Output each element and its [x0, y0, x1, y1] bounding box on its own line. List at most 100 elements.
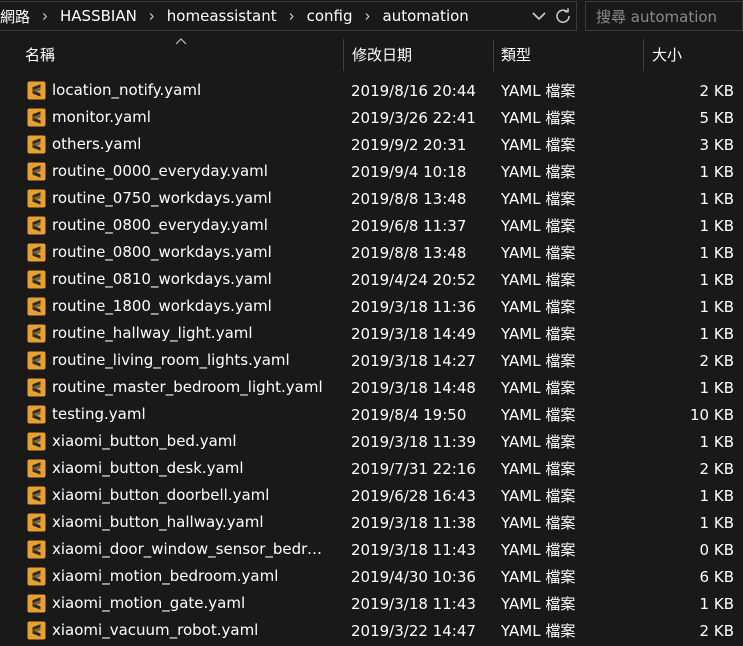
file-name[interactable]: xiaomi_vacuum_robot.yaml	[52, 617, 327, 644]
file-name[interactable]: routine_0000_everyday.yaml	[52, 158, 327, 185]
file-modified-date: 2019/3/18 11:43	[351, 594, 476, 613]
file-icon-cell	[27, 104, 47, 131]
file-name[interactable]: testing.yaml	[52, 401, 327, 428]
file-name[interactable]: routine_master_bedroom_light.yaml	[52, 374, 327, 401]
file-name[interactable]: xiaomi_button_hallway.yaml	[52, 509, 327, 536]
file-type: YAML 檔案	[501, 109, 576, 127]
file-name[interactable]: routine_0800_everyday.yaml	[52, 212, 327, 239]
file-modified-date: 2019/3/18 11:36	[351, 297, 476, 316]
sublime-text-file-icon	[27, 567, 46, 586]
file-type: YAML 檔案	[501, 379, 576, 397]
file-type: YAML 檔案	[501, 460, 576, 478]
file-name[interactable]: routine_1800_workdays.yaml	[52, 293, 327, 320]
chevron-right-icon[interactable]: ›	[34, 6, 56, 26]
breadcrumb-item-network[interactable]: 網路	[0, 6, 34, 27]
file-row[interactable]: xiaomi_button_doorbell.yaml 2019/6/28 16…	[0, 482, 743, 509]
chevron-down-icon[interactable]	[530, 7, 548, 25]
file-type: YAML 檔案	[501, 325, 576, 343]
file-name[interactable]: routine_0750_workdays.yaml	[52, 185, 327, 212]
file-icon-cell	[27, 347, 47, 374]
search-placeholder: 搜尋 automation	[596, 7, 718, 26]
file-type: YAML 檔案	[501, 595, 576, 613]
file-modified-date: 2019/9/2 20:31	[351, 135, 467, 154]
file-row[interactable]: xiaomi_button_hallway.yaml 2019/3/18 11:…	[0, 509, 743, 536]
chevron-right-icon[interactable]: ›	[281, 6, 303, 26]
file-name[interactable]: xiaomi_motion_gate.yaml	[52, 590, 327, 617]
breadcrumb-item-hassbian[interactable]: HASSBIAN	[56, 7, 141, 25]
breadcrumb-item-config[interactable]: config	[303, 7, 357, 25]
file-row[interactable]: routine_0800_workdays.yaml 2019/8/8 13:4…	[0, 239, 743, 266]
file-name[interactable]: xiaomi_button_bed.yaml	[52, 428, 327, 455]
file-row[interactable]: routine_living_room_lights.yaml 2019/3/1…	[0, 347, 743, 374]
file-row[interactable]: xiaomi_motion_bedroom.yaml 2019/4/30 10:…	[0, 563, 743, 590]
column-divider[interactable]	[343, 39, 344, 71]
file-type: YAML 檔案	[501, 82, 576, 100]
file-icon-cell	[27, 536, 47, 563]
file-name[interactable]: routine_0800_workdays.yaml	[52, 239, 327, 266]
file-row[interactable]: routine_hallway_light.yaml 2019/3/18 14:…	[0, 320, 743, 347]
file-type: YAML 檔案	[501, 352, 576, 370]
chevron-right-icon[interactable]: ›	[357, 6, 379, 26]
file-row[interactable]: others.yaml 2019/9/2 20:31 YAML 檔案 3 KB	[0, 131, 743, 158]
file-row[interactable]: routine_0750_workdays.yaml 2019/8/8 13:4…	[0, 185, 743, 212]
file-modified-date: 2019/8/8 13:48	[351, 243, 467, 262]
file-type: YAML 檔案	[501, 622, 576, 640]
sublime-text-file-icon	[27, 108, 46, 127]
file-row[interactable]: routine_0800_everyday.yaml 2019/6/8 11:3…	[0, 212, 743, 239]
column-divider[interactable]	[493, 39, 494, 71]
breadcrumb-item-homeassistant[interactable]: homeassistant	[163, 7, 281, 25]
file-name[interactable]: xiaomi_motion_bedroom.yaml	[52, 563, 327, 590]
file-icon-cell	[27, 455, 47, 482]
sublime-text-file-icon	[27, 243, 46, 262]
file-name[interactable]: xiaomi_door_window_sensor_bedroo...	[52, 536, 327, 563]
file-row[interactable]: xiaomi_button_desk.yaml 2019/7/31 22:16 …	[0, 455, 743, 482]
file-row[interactable]: routine_1800_workdays.yaml 2019/3/18 11:…	[0, 293, 743, 320]
file-row[interactable]: routine_0810_workdays.yaml 2019/4/24 20:…	[0, 266, 743, 293]
file-name[interactable]: routine_hallway_light.yaml	[52, 320, 327, 347]
sublime-text-file-icon	[27, 297, 46, 316]
file-row[interactable]: testing.yaml 2019/8/4 19:50 YAML 檔案 10 K…	[0, 401, 743, 428]
file-modified-date: 2019/3/18 11:43	[351, 540, 476, 559]
file-row[interactable]: routine_master_bedroom_light.yaml 2019/3…	[0, 374, 743, 401]
chevron-right-icon[interactable]: ›	[141, 6, 163, 26]
sublime-text-file-icon	[27, 324, 46, 343]
file-name[interactable]: xiaomi_button_desk.yaml	[52, 455, 327, 482]
file-row[interactable]: monitor.yaml 2019/3/26 22:41 YAML 檔案 5 K…	[0, 104, 743, 131]
file-row[interactable]: xiaomi_vacuum_robot.yaml 2019/3/22 14:47…	[0, 617, 743, 644]
file-icon-cell	[27, 320, 47, 347]
column-header-date[interactable]: 修改日期	[352, 37, 412, 71]
breadcrumb-item-automation[interactable]: automation	[379, 7, 473, 25]
file-size: 1 KB	[699, 378, 734, 397]
file-size: 1 KB	[699, 270, 734, 289]
search-input[interactable]: 搜尋 automation	[585, 1, 743, 31]
file-icon-cell	[27, 293, 47, 320]
file-size: 1 KB	[699, 243, 734, 262]
file-icon-cell	[27, 158, 47, 185]
column-divider[interactable]	[643, 39, 644, 71]
file-name[interactable]: routine_living_room_lights.yaml	[52, 347, 327, 374]
file-type: YAML 檔案	[501, 568, 576, 586]
file-name[interactable]: routine_0810_workdays.yaml	[52, 266, 327, 293]
address-bar[interactable]: 網路 › HASSBIAN › homeassistant › config ›…	[0, 1, 577, 31]
file-name[interactable]: xiaomi_button_doorbell.yaml	[52, 482, 327, 509]
file-row[interactable]: xiaomi_button_bed.yaml 2019/3/18 11:39 Y…	[0, 428, 743, 455]
file-size: 2 KB	[699, 621, 734, 640]
file-size: 1 KB	[699, 324, 734, 343]
file-row[interactable]: location_notify.yaml 2019/8/16 20:44 YAM…	[0, 77, 743, 104]
file-size: 6 KB	[699, 567, 734, 586]
file-row[interactable]: xiaomi_door_window_sensor_bedroo... 2019…	[0, 536, 743, 563]
file-name[interactable]: location_notify.yaml	[52, 77, 327, 104]
file-name[interactable]: monitor.yaml	[52, 104, 327, 131]
file-row[interactable]: xiaomi_motion_gate.yaml 2019/3/18 11:43 …	[0, 590, 743, 617]
refresh-icon[interactable]	[554, 7, 572, 25]
column-header-size[interactable]: 大小	[652, 37, 682, 71]
toolbar: 網路 › HASSBIAN › homeassistant › config ›…	[0, 0, 743, 34]
file-row[interactable]: routine_0000_everyday.yaml 2019/9/4 10:1…	[0, 158, 743, 185]
column-header-name[interactable]: 名稱	[25, 37, 55, 71]
file-size: 1 KB	[699, 216, 734, 235]
file-size: 1 KB	[699, 189, 734, 208]
file-icon-cell	[27, 266, 47, 293]
file-size: 5 KB	[699, 108, 734, 127]
column-header-type[interactable]: 類型	[501, 37, 531, 71]
file-name[interactable]: others.yaml	[52, 131, 327, 158]
